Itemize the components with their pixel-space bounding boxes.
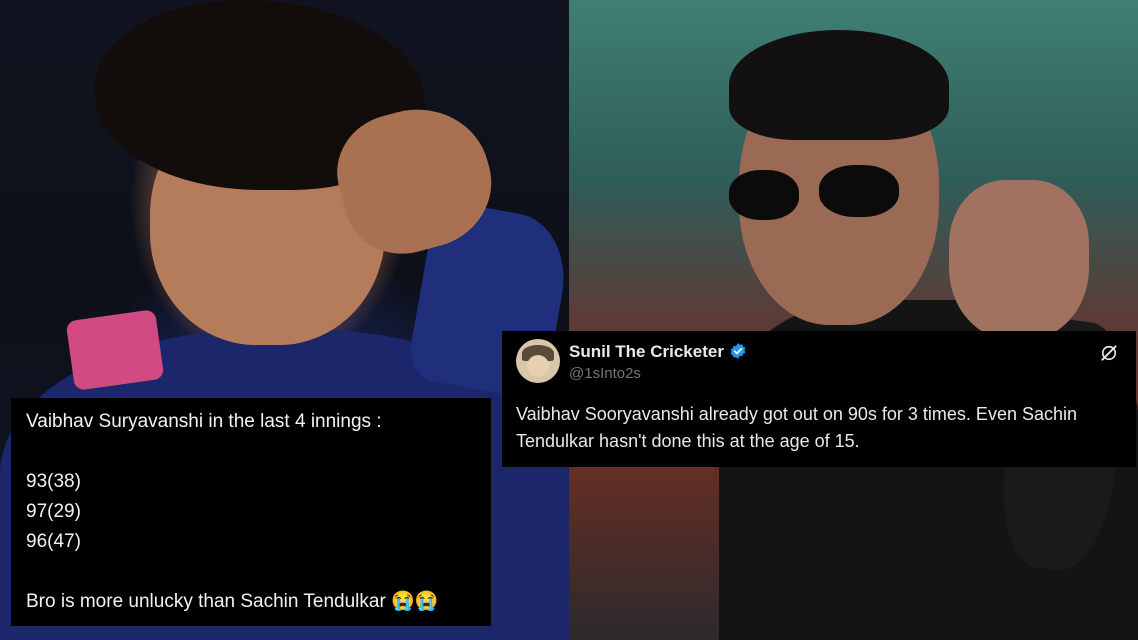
sunglasses-left-lens — [729, 170, 799, 220]
caption-heading: Vaibhav Suryavanshi in the last 4 inning… — [26, 411, 382, 432]
avatar[interactable] — [516, 339, 560, 383]
tweet-text: Vaibhav Sooryavanshi already got out on … — [516, 404, 1077, 451]
hair-shape — [729, 30, 949, 140]
collar-shape — [65, 309, 165, 391]
score-line: 97(29) — [26, 501, 81, 522]
raised-hand-shape — [949, 180, 1089, 340]
score-line: 96(47) — [26, 531, 81, 552]
tweet-card[interactable]: Sunil The Cricketer @1sInto2s Vaibhav So… — [502, 331, 1136, 467]
score-line: 93(38) — [26, 471, 81, 492]
stats-caption-box: Vaibhav Suryavanshi in the last 4 inning… — [11, 398, 491, 626]
caption-closing: Bro is more unlucky than Sachin Tendulka… — [26, 591, 439, 612]
avatar-face-shape — [527, 355, 549, 377]
right-photo-sachin — [569, 0, 1138, 640]
sunglasses-right-lens — [819, 165, 899, 217]
user-handle[interactable]: @1sInto2s — [569, 365, 641, 382]
verified-badge-icon — [730, 343, 746, 359]
display-name[interactable]: Sunil The Cricketer — [569, 342, 724, 362]
grok-slash-icon[interactable] — [1099, 343, 1119, 363]
